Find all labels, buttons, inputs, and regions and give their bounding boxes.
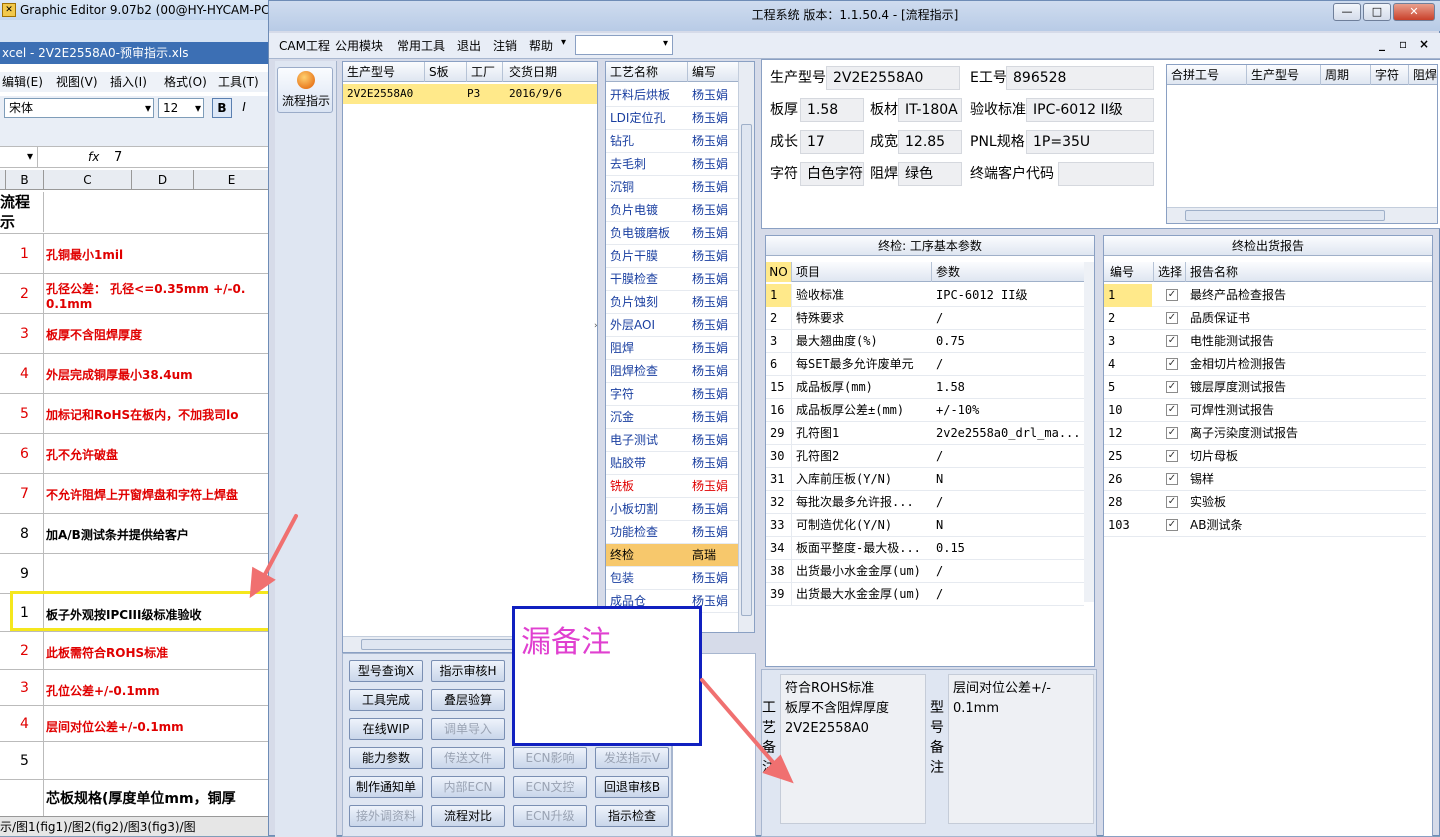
arrow-to-notes-icon <box>700 678 780 770</box>
arrow-to-highlight-icon <box>260 514 298 582</box>
arrowhead-icon <box>249 566 276 599</box>
annotation-arrows <box>249 514 794 784</box>
